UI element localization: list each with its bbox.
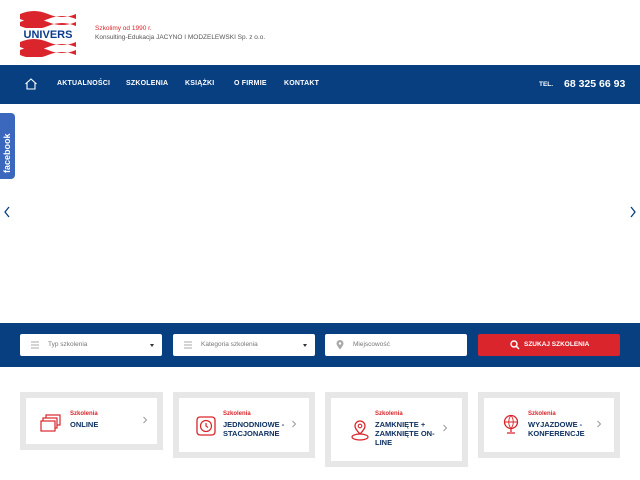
training-type-placeholder: Typ szkolenia xyxy=(48,341,88,348)
card-title: ZAMKNIĘTE + ZAMKNIĘTE ON-LINE xyxy=(375,420,435,447)
search-bar: Typ szkolenia Kategoria szkolenia Miejsc… xyxy=(0,323,640,367)
training-category-placeholder: Kategoria szkolenia xyxy=(201,341,258,348)
card-title: JEDNODNIOWE - STACJONARNE xyxy=(223,420,285,438)
globe-icon xyxy=(503,414,519,434)
list-icon xyxy=(31,341,39,349)
training-category-select[interactable]: Kategoria szkolenia xyxy=(173,334,315,356)
card-title: WYJAZDOWE - KONFERENCJE xyxy=(528,420,585,438)
main-navigation: AKTUALNOŚCI SZKOLENIA KSIĄŻKI O FIRMIE K… xyxy=(0,65,640,104)
nav-item-o-firmie[interactable]: O FIRMIE xyxy=(234,80,267,87)
chevron-right-icon xyxy=(597,420,602,428)
phone-label: TEL. xyxy=(539,81,554,88)
header: UNIVERS Szkolimy od 1990 r. Konsulting-E… xyxy=(0,0,640,65)
chevron-right-icon xyxy=(443,424,448,432)
card-away[interactable]: Szkolenia WYJAZDOWE - KONFERENCJE xyxy=(478,392,620,458)
card-label: Szkolenia xyxy=(375,411,403,417)
chevron-right-icon xyxy=(292,420,297,428)
chevron-right-icon xyxy=(143,416,148,424)
search-trainings-button[interactable]: SZUKAJ SZKOLENIA xyxy=(478,334,620,356)
chevron-down-icon xyxy=(303,344,307,347)
clock-icon xyxy=(196,416,216,436)
univers-logo[interactable]: UNIVERS xyxy=(18,10,78,57)
chevron-down-icon xyxy=(150,344,154,347)
card-online[interactable]: Szkolenia ONLINE xyxy=(20,392,163,450)
list-icon xyxy=(184,341,192,349)
card-closed[interactable]: Szkolenia ZAMKNIĘTE + ZAMKNIĘTE ON-LINE xyxy=(325,392,468,467)
search-icon xyxy=(510,340,520,350)
slider-prev-arrow-icon[interactable] xyxy=(3,206,11,218)
city-input[interactable]: Miejscowość xyxy=(325,334,467,356)
nav-item-aktualnosci[interactable]: AKTUALNOŚCI xyxy=(57,80,110,87)
nav-item-ksiazki[interactable]: KSIĄŻKI xyxy=(185,80,214,87)
home-icon[interactable] xyxy=(24,77,38,91)
tagline: Szkolimy od 1990 r. Konsulting-Edukacja … xyxy=(95,24,265,42)
location-pin-icon xyxy=(351,420,369,441)
card-one-day[interactable]: Szkolenia JEDNODNIOWE - STACJONARNE xyxy=(173,392,315,458)
phone-number[interactable]: 68 325 66 93 xyxy=(564,78,625,90)
nav-item-kontakt[interactable]: KONTAKT xyxy=(284,80,319,87)
screens-icon xyxy=(40,414,61,432)
location-pin-icon xyxy=(336,340,344,350)
facebook-label: facebook xyxy=(2,133,12,173)
nav-item-szkolenia[interactable]: SZKOLENIA xyxy=(126,80,168,87)
training-type-select[interactable]: Typ szkolenia xyxy=(20,334,162,356)
card-label: Szkolenia xyxy=(70,411,98,417)
tagline-company: Konsulting-Edukacja JACYNO I MODZELEWSKI… xyxy=(95,34,266,41)
card-title: ONLINE xyxy=(70,420,99,429)
tagline-since: Szkolimy od 1990 r. xyxy=(95,25,152,32)
slider-next-arrow-icon[interactable] xyxy=(629,206,637,218)
card-label: Szkolenia xyxy=(528,411,556,417)
card-label: Szkolenia xyxy=(223,411,251,417)
city-placeholder: Miejscowość xyxy=(353,341,390,348)
facebook-tab[interactable]: facebook xyxy=(0,113,15,179)
search-button-label: SZUKAJ SZKOLENIA xyxy=(524,341,590,348)
